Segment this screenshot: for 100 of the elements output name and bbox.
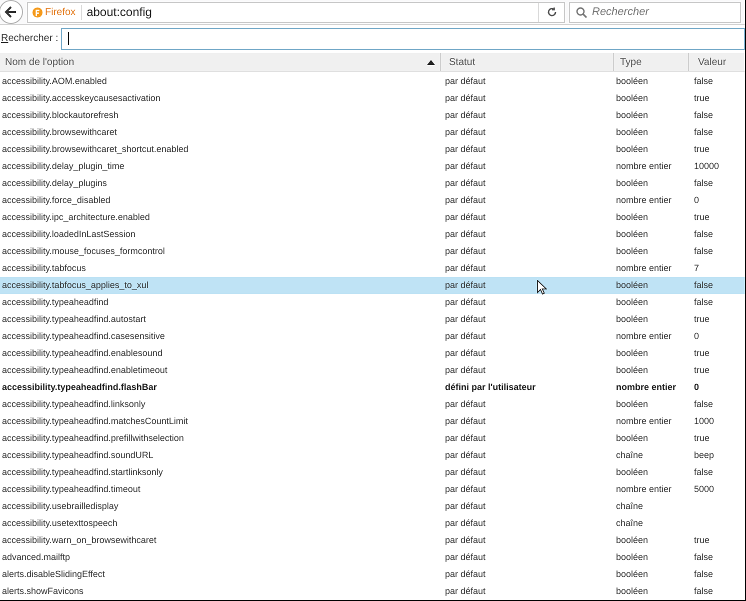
- table-row[interactable]: accessibility.typeaheadfind.casesensitive par défaut nombre entier 0: [0, 328, 745, 345]
- table-cell-text: par défaut: [445, 312, 486, 326]
- table-cell-text: accessibility.typeaheadfind.prefillwithselection: [2, 432, 184, 445]
- table-cell-text: true: [694, 312, 710, 326]
- table-cell-text: booléen: [616, 278, 648, 292]
- table-row[interactable]: alerts.disableSlidingEffect par défaut booléen false: [0, 566, 745, 583]
- table-cell-text: par défaut: [445, 398, 486, 411]
- table-cell-text: booléen: [616, 432, 648, 445]
- url-field[interactable]: Firefox about:config: [27, 2, 565, 22]
- table-row[interactable]: accessibility.tabfocus par défaut nombre entier 7: [0, 260, 745, 277]
- table-row[interactable]: accessibility.usetexttospeech par défaut chaîne: [0, 515, 745, 532]
- table-cell-text: par défaut: [445, 160, 486, 173]
- url-text: about:config: [86, 4, 153, 21]
- table-row[interactable]: alerts.showFavicons par défaut booléen false: [0, 583, 745, 600]
- table-cell-text: booléen: [616, 210, 648, 224]
- table-cell-text: 7: [694, 262, 700, 275]
- table-row[interactable]: advanced.mailftp par défaut booléen false: [0, 549, 745, 566]
- table-cell-text: accessibility.typeaheadfind.matchesCountLimit: [2, 414, 188, 428]
- table-cell-text: booléen: [616, 74, 648, 88]
- table-row[interactable]: accessibility.typeaheadfind.linksonly par défaut booléen false: [0, 396, 745, 413]
- table-row[interactable]: accessibility.typeaheadfind.autostart par défaut booléen true: [0, 311, 745, 328]
- reload-icon: [546, 7, 556, 17]
- table-cell-text: accessibility.typeaheadfind.autostart: [2, 312, 146, 326]
- table-cell-text: booléen: [616, 584, 648, 598]
- table-cell-text: false: [694, 550, 714, 564]
- table-cell-text: false: [694, 228, 714, 241]
- table-row[interactable]: accessibility.typeaheadfind.flashBar défini par l'utilisateur nombre entier 0: [0, 379, 745, 396]
- table-cell-text: false: [694, 584, 714, 598]
- table-cell-text: beep: [694, 448, 714, 462]
- table-cell-text: accessibility.typeaheadfind.casesensitive: [2, 330, 165, 343]
- filter-field[interactable]: [61, 28, 745, 50]
- table-cell-text: par défaut: [445, 244, 486, 258]
- table-cell-text: accessibility.typeaheadfind: [2, 296, 108, 309]
- table-row[interactable]: accessibility.typeaheadfind par défaut booléen false: [0, 294, 745, 311]
- table-row[interactable]: accessibility.typeaheadfind.prefillwithselection par défaut booléen true: [0, 430, 745, 447]
- table-row[interactable]: accessibility.accesskeycausesactivation par défaut booléen true: [0, 90, 745, 107]
- column-header[interactable]: Valeur: [688, 53, 745, 71]
- table-cell-text: true: [694, 142, 710, 156]
- table-cell-text: accessibility.accesskeycausesactivation: [2, 92, 160, 105]
- table-cell-text: par défaut: [445, 500, 486, 513]
- column-header[interactable]: Type: [613, 53, 688, 71]
- table-row[interactable]: accessibility.usebrailledisplay par défaut chaîne: [0, 498, 745, 515]
- table-row[interactable]: accessibility.tabfocus_applies_to_xul par défaut booléen false: [0, 277, 745, 294]
- table-row[interactable]: accessibility.mouse_focuses_formcontrol par défaut booléen false: [0, 243, 745, 260]
- table-cell-text: false: [694, 74, 714, 88]
- table-cell-text: par défaut: [445, 482, 486, 496]
- table-row[interactable]: accessibility.typeaheadfind.matchesCountLimit par défaut nombre entier 1000: [0, 413, 745, 430]
- table-cell-text: booléen: [616, 108, 648, 122]
- table-row[interactable]: accessibility.typeaheadfind.soundURL par défaut chaîne beep: [0, 447, 745, 464]
- table-row[interactable]: accessibility.typeaheadfind.enabletimeout par défaut booléen true: [0, 362, 745, 379]
- table-cell-text: alerts.disableSlidingEffect: [2, 568, 105, 581]
- table-cell-text: accessibility.usetexttospeech: [2, 516, 118, 530]
- search-field[interactable]: Rechercher: [569, 2, 741, 22]
- table-cell-text: accessibility.typeaheadfind.enabletimeout: [2, 364, 168, 377]
- table-row[interactable]: accessibility.AOM.enabled par défaut booléen false: [0, 73, 745, 90]
- table-row[interactable]: accessibility.browsewithcaret_shortcut.enabled par défaut booléen true: [0, 141, 745, 158]
- table-cell-text: true: [694, 432, 710, 445]
- table-cell-text: par défaut: [445, 432, 486, 445]
- table-cell-text: booléen: [616, 466, 648, 479]
- table-cell-text: booléen: [616, 550, 648, 564]
- table-cell-text: nombre entier: [616, 194, 672, 207]
- table-cell-text: accessibility.typeaheadfind.soundURL: [2, 448, 154, 462]
- table-cell-text: par défaut: [445, 176, 486, 190]
- table-cell-text: chaîne: [616, 500, 644, 513]
- table-row[interactable]: accessibility.typeaheadfind.timeout par défaut nombre entier 5000: [0, 481, 745, 498]
- table-cell-text: par défaut: [445, 448, 486, 462]
- table-cell-text: false: [694, 126, 714, 139]
- back-button[interactable]: [0, 0, 23, 24]
- table-cell-text: par défaut: [445, 126, 486, 139]
- table-row[interactable]: accessibility.typeaheadfind.startlinksonly par défaut booléen false: [0, 464, 745, 481]
- table-row[interactable]: accessibility.loadedInLastSession par défaut booléen false: [0, 226, 745, 243]
- table-cell-text: par défaut: [445, 330, 486, 343]
- column-header[interactable]: Nom de l'option: [0, 53, 440, 71]
- table-cell-text: booléen: [616, 142, 648, 156]
- table-cell-text: chaîne: [616, 448, 644, 462]
- table-cell-text: booléen: [616, 312, 648, 326]
- table-row[interactable]: accessibility.delay_plugin_time par défaut nombre entier 10000: [0, 158, 745, 175]
- table-cell-text: par défaut: [445, 550, 486, 564]
- table-cell-text: accessibility.typeaheadfind.linksonly: [2, 398, 146, 411]
- table-row[interactable]: accessibility.typeaheadfind.enablesound par défaut booléen true: [0, 345, 745, 362]
- table-cell-text: booléen: [616, 534, 648, 547]
- table-cell-text: accessibility.delay_plugin_time: [2, 160, 124, 173]
- table-cell-text: false: [694, 398, 714, 411]
- table-cell-text: par défaut: [445, 516, 486, 530]
- table-row[interactable]: accessibility.warn_on_browsewithcaret par défaut booléen true: [0, 532, 745, 549]
- table-cell-text: par défaut: [445, 210, 486, 224]
- table-cell-text: par défaut: [445, 278, 486, 292]
- table-row[interactable]: accessibility.delay_plugins par défaut booléen false: [0, 175, 745, 192]
- table-cell-text: booléen: [616, 228, 648, 241]
- table-cell-text: advanced.mailftp: [2, 550, 70, 564]
- table-row[interactable]: accessibility.ipc_architecture.enabled par défaut booléen true: [0, 209, 745, 226]
- table-row[interactable]: accessibility.blockautorefresh par défaut booléen false: [0, 107, 745, 124]
- back-arrow-icon: [4, 5, 18, 19]
- table-row[interactable]: accessibility.browsewithcaret par défaut booléen false: [0, 124, 745, 141]
- table-cell-text: accessibility.typeaheadfind.startlinksonly: [2, 466, 163, 479]
- table-cell-text: accessibility.usebrailledisplay: [2, 500, 118, 513]
- table-cell-text: par défaut: [445, 74, 486, 88]
- column-header[interactable]: Statut: [440, 53, 613, 71]
- table-row[interactable]: accessibility.force_disabled par défaut nombre entier 0: [0, 192, 745, 209]
- table-cell-text: accessibility.blockautorefresh: [2, 108, 118, 122]
